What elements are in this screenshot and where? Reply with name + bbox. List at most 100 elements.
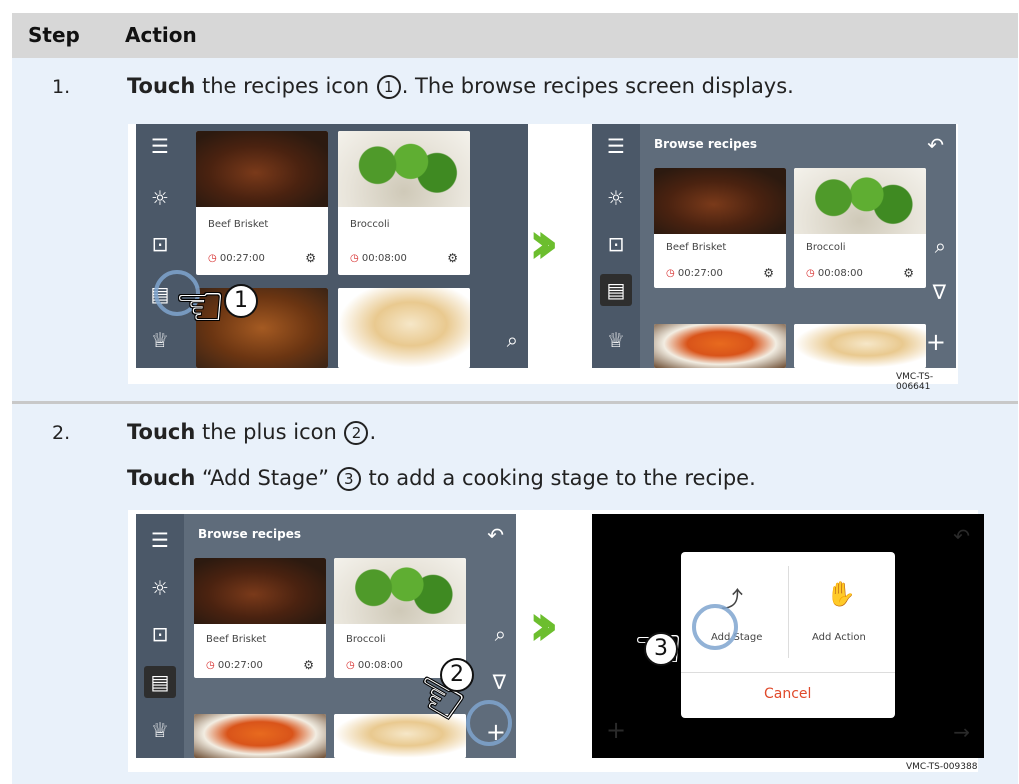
recipe-image [196, 131, 328, 207]
filter-icon[interactable]: ∇ [493, 670, 506, 694]
browse-title: Browse recipes [198, 527, 302, 541]
callout-3: 3 [644, 632, 678, 666]
recipe-image [338, 288, 470, 368]
chef-hat-icon[interactable]: ♕ [144, 324, 176, 356]
lock-icon[interactable]: ⊡ [600, 228, 632, 260]
recipe-card[interactable]: Beef Brisket ◷ 00:27:00 ⚙ [194, 558, 326, 678]
recipe-card[interactable]: Broccoli ◷ 00:08:00 ⚙ [794, 168, 926, 288]
lock-icon[interactable]: ⊡ [144, 618, 176, 650]
instruction-line: Touch the recipes icon 1. The browse rec… [127, 74, 794, 99]
instruction-verb: Touch [127, 466, 196, 490]
undo-icon[interactable]: ↶ [927, 133, 944, 157]
callout-ref: 1 [376, 75, 401, 99]
clock-icon: ◷ [346, 660, 355, 671]
chef-hat-icon[interactable]: ♕ [144, 714, 176, 746]
search-icon[interactable]: ⌕ [507, 328, 518, 352]
oven-screen-home: ☰ ☼ ⊡ ▤ ♕ Beef Brisket ◷ 00:27:00 ⚙ Broc… [136, 124, 528, 368]
recipe-name: Broccoli [346, 634, 386, 645]
gear-icon[interactable]: ⚙ [447, 251, 458, 265]
sun-icon[interactable]: ☼ [600, 182, 632, 214]
hand-icon: ✋ [826, 580, 856, 608]
add-action-option[interactable]: ✋ Add Action [788, 552, 895, 672]
search-icon[interactable]: ⌕ [935, 234, 946, 258]
callout-1: 1 [224, 284, 258, 318]
recipe-time: ◷ 00:08:00 [346, 660, 403, 671]
undo-icon[interactable]: ↶ [487, 523, 504, 547]
instruction-text-end: to add a cooking stage to the recipe. [368, 466, 756, 490]
recipe-image [194, 558, 326, 624]
plus-icon: + [606, 716, 627, 744]
instruction-line: Touch “Add Stage” 3 to add a cooking sta… [127, 466, 756, 491]
recipe-image [654, 168, 786, 234]
filter-icon[interactable]: ∇ [933, 280, 946, 304]
chevron-right-icon: ›› [528, 208, 560, 278]
recipe-image [794, 168, 926, 234]
header-step: Step [28, 23, 80, 47]
oven-screen-browse: ☰ ☼ ⊡ ▤ ♕ Browse recipes ↶ Beef Brisket … [136, 514, 516, 758]
gear-icon[interactable]: ⚙ [303, 658, 314, 672]
recipe-card[interactable] [654, 324, 786, 368]
gear-icon[interactable]: ⚙ [305, 251, 316, 265]
gear-icon[interactable]: ⚙ [763, 266, 774, 280]
sun-icon[interactable]: ☼ [144, 572, 176, 604]
recipe-book-icon[interactable]: ▤ [600, 274, 632, 306]
cancel-button[interactable]: Cancel [764, 686, 811, 702]
browse-recipes-view: Browse recipes ↶ Beef Brisket ◷ 00:27:00… [640, 124, 956, 368]
table-header: Step Action [12, 13, 1018, 58]
chef-hat-icon[interactable]: ♕ [600, 324, 632, 356]
menu-icon[interactable]: ☰ [144, 130, 176, 162]
recipe-card[interactable]: Beef Brisket ◷ 00:27:00 ⚙ [196, 131, 328, 275]
illustration-panel: ☰ ☼ ⊡ ▤ ♕ Beef Brisket ◷ 00:27:00 ⚙ Broc… [128, 124, 958, 392]
recipe-card[interactable] [794, 324, 926, 368]
undo-icon: ↶ [953, 524, 970, 548]
menu-icon[interactable]: ☰ [144, 524, 176, 556]
recipe-image [654, 324, 786, 368]
figure-reference: VMC-TS-006641 [896, 372, 934, 392]
recipe-name: Broccoli [350, 219, 390, 230]
recipe-card[interactable]: Beef Brisket ◷ 00:27:00 ⚙ [654, 168, 786, 288]
recipe-card[interactable]: Broccoli ◷ 00:08:00 ⚙ [338, 131, 470, 275]
oven-screen-dialog: ↶ + → ⤴ Add Stage ✋ Add Action Cancel 3 [592, 514, 984, 758]
menu-icon[interactable]: ☰ [600, 130, 632, 162]
clock-icon: ◷ [206, 660, 215, 671]
recipe-image [794, 324, 926, 368]
header-action: Action [125, 23, 197, 47]
step-number: 1. [52, 76, 71, 98]
instruction-text-end: . [369, 420, 377, 444]
recipe-book-icon[interactable]: ▤ [144, 666, 176, 698]
step-number: 2. [52, 422, 71, 444]
recipe-time: ◷ 00:27:00 [666, 268, 723, 279]
chevron-right-icon: ›› [528, 590, 560, 660]
clock-icon: ◷ [208, 253, 217, 264]
recipe-image [338, 131, 470, 207]
recipe-name: Beef Brisket [208, 219, 269, 230]
document-page: Step Action 1. Touch the recipes icon 1.… [0, 0, 1019, 784]
recipe-card[interactable] [194, 714, 326, 758]
recipe-card[interactable]: Broccoli ◷ 00:08:00 [334, 558, 466, 678]
instruction-text: the plus icon [202, 420, 337, 444]
illustration-panel: ☰ ☼ ⊡ ▤ ♕ Browse recipes ↶ Beef Brisket … [128, 510, 984, 772]
figure-reference: VMC-TS-009388 [906, 762, 978, 772]
recipe-time: ◷ 00:08:00 [806, 268, 863, 279]
recipe-image [334, 558, 466, 624]
arrow-right-icon: → [953, 720, 970, 744]
search-icon[interactable]: ⌕ [495, 622, 506, 646]
sun-icon[interactable]: ☼ [144, 182, 176, 214]
lock-icon[interactable]: ⊡ [144, 228, 176, 260]
callout-ref: 2 [344, 421, 369, 445]
instruction-text: “Add Stage” [202, 466, 330, 490]
recipe-time: ◷ 00:27:00 [208, 253, 265, 264]
instruction-text-end: . The browse recipes screen displays. [401, 74, 794, 98]
recipe-time: ◷ 00:27:00 [206, 660, 263, 671]
recipe-grid: Beef Brisket ◷ 00:27:00 ⚙ Broccoli ◷ 00:… [184, 124, 528, 368]
step-row-2: 2. Touch the plus icon 2. Touch “Add Sta… [12, 404, 1018, 784]
recipe-card[interactable] [338, 288, 470, 368]
clock-icon: ◷ [350, 253, 359, 264]
dialog-divider [681, 672, 895, 673]
instruction-verb: Touch [127, 420, 196, 444]
gear-icon[interactable]: ⚙ [903, 266, 914, 280]
callout-ref: 3 [336, 467, 361, 491]
step-row-1: 1. Touch the recipes icon 1. The browse … [12, 58, 1018, 403]
recipe-time: ◷ 00:08:00 [350, 253, 407, 264]
plus-icon[interactable]: + [926, 328, 946, 356]
